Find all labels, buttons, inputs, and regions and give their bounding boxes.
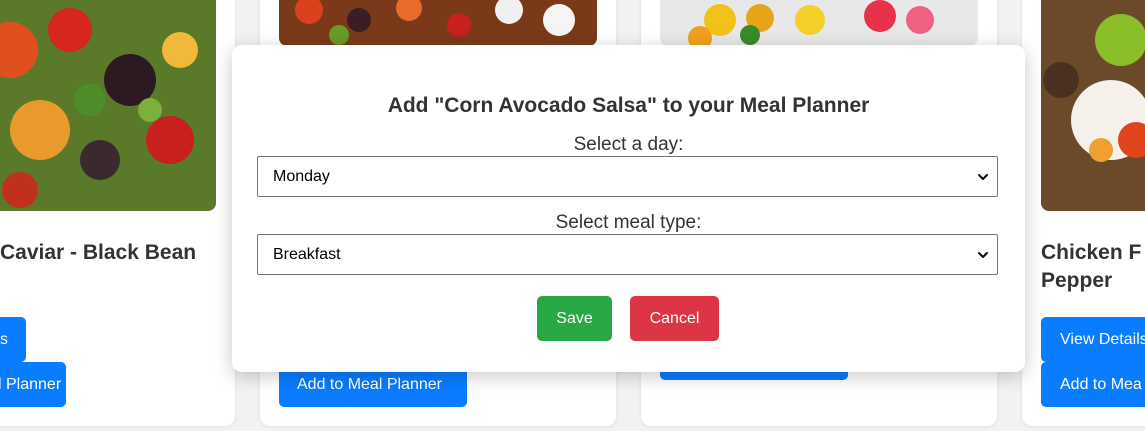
recipe-image[interactable] bbox=[0, 0, 216, 211]
add-to-meal-planner-button[interactable]: l Planner bbox=[0, 362, 66, 407]
view-details-button[interactable]: View Details bbox=[1041, 317, 1145, 362]
day-select[interactable]: Monday bbox=[257, 156, 998, 197]
meal-type-select[interactable]: Breakfast bbox=[257, 234, 998, 275]
recipe-image[interactable] bbox=[279, 0, 597, 46]
cancel-button[interactable]: Cancel bbox=[630, 296, 719, 341]
day-select-value: Monday bbox=[273, 168, 330, 185]
modal-title: Add "Corn Avocado Salsa" to your Meal Pl… bbox=[387, 94, 870, 117]
meal-type-select-value: Breakfast bbox=[273, 246, 341, 263]
save-button[interactable]: Save bbox=[537, 296, 612, 341]
recipe-title-line2[interactable]: Pepper bbox=[1041, 267, 1112, 294]
view-details-button[interactable]: s bbox=[0, 317, 26, 362]
recipe-title-line1[interactable]: Chicken F bbox=[1041, 239, 1141, 266]
day-label: Select a day: bbox=[573, 134, 684, 155]
recipe-title[interactable]: Caviar - Black Bean bbox=[0, 239, 196, 266]
recipe-card: Caviar - Black Bean s l Planner bbox=[0, 0, 235, 426]
meal-planner-modal: Add "Corn Avocado Salsa" to your Meal Pl… bbox=[232, 45, 1025, 372]
recipe-image[interactable] bbox=[1041, 0, 1145, 211]
chevron-down-icon bbox=[978, 174, 988, 180]
chevron-down-icon bbox=[978, 252, 988, 258]
meal-type-label: Select meal type: bbox=[555, 212, 702, 233]
recipe-image[interactable] bbox=[660, 0, 978, 46]
add-to-meal-planner-button[interactable]: Add to Mea bbox=[1041, 362, 1145, 407]
recipe-card: Chicken F Pepper View Details Add to Mea bbox=[1022, 0, 1145, 426]
